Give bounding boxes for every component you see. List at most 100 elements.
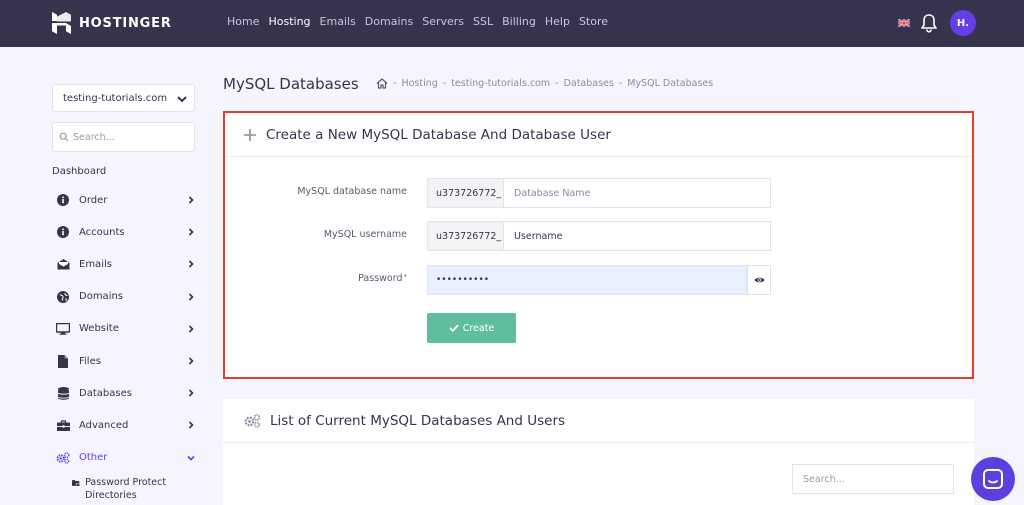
monitor-icon (56, 322, 70, 336)
chat-icon (983, 469, 1003, 489)
db-name-label: MySQL database name (297, 186, 407, 197)
breadcrumb-item-domain[interactable]: testing-tutorials.com (451, 78, 550, 89)
db-name-row: MySQL database name u373726772_ (225, 178, 972, 208)
required-mark: * (403, 273, 408, 281)
sidebar-subitem-password-protect[interactable]: Password Protect Directories (72, 476, 195, 502)
sidebar-item-label: Files (79, 355, 101, 367)
chevron-right-icon (188, 357, 194, 365)
username-row: MySQL username u373726772_ (225, 221, 972, 251)
nav-emails[interactable]: Emails (320, 15, 356, 28)
chevron-right-icon (188, 292, 194, 301)
globe-icon (56, 290, 70, 304)
show-password-button[interactable] (747, 265, 771, 295)
sidebar: testing-tutorials.com Search... Dashboar… (52, 84, 195, 502)
password-input[interactable] (427, 265, 747, 295)
top-navbar: HOSTINGER Home Hosting Emails Domains Se… (0, 0, 1024, 47)
password-label: Password* (358, 273, 407, 284)
chat-button[interactable] (971, 457, 1015, 501)
username-prefix: u373726772_ (427, 221, 503, 251)
user-avatar[interactable]: H. (950, 10, 976, 36)
create-database-header[interactable]: Create a New MySQL Database And Database… (225, 113, 972, 157)
plus-icon (244, 128, 256, 141)
nav-servers[interactable]: Servers (422, 15, 464, 28)
sidebar-item-label: Website (79, 323, 119, 335)
sidebar-item-dashboard[interactable]: Dashboard (52, 162, 195, 182)
chevron-right-icon (188, 260, 194, 268)
breadcrumb-separator: - (555, 78, 559, 89)
gears-icon (56, 451, 70, 465)
gears-icon (244, 413, 261, 428)
breadcrumb-item-mysql: MySQL Databases (627, 78, 714, 89)
chevron-right-icon (188, 325, 194, 333)
chevron-right-icon (188, 196, 194, 204)
nav-hosting[interactable]: Hosting (268, 15, 310, 28)
nav-help[interactable]: Help (545, 15, 570, 28)
sidebar-item-label: Order (79, 194, 108, 206)
sidebar-item-emails[interactable]: Emails (52, 248, 195, 280)
check-icon (449, 324, 459, 332)
brand-name: HOSTINGER (79, 15, 172, 31)
uk-flag-icon[interactable] (898, 19, 910, 27)
sidebar-item-label: Emails (79, 258, 112, 270)
search-icon (59, 132, 69, 142)
top-right-controls: H. (898, 10, 976, 36)
sidebar-search-placeholder: Search... (73, 131, 115, 143)
chevron-right-icon (188, 421, 194, 429)
nav-ssl[interactable]: SSL (473, 15, 493, 28)
sidebar-item-domains[interactable]: Domains (52, 281, 195, 313)
chevron-down-icon (177, 96, 187, 103)
sidebar-item-order[interactable]: Order (52, 184, 195, 216)
chevron-down-icon (187, 455, 195, 461)
db-name-input[interactable] (503, 178, 771, 208)
chevron-right-icon (188, 228, 194, 236)
database-list-title: List of Current MySQL Databases And User… (270, 412, 566, 429)
info-icon (56, 193, 70, 207)
home-icon[interactable] (376, 78, 388, 89)
sidebar-item-other[interactable]: Other (52, 442, 195, 474)
info-icon (56, 225, 70, 239)
sidebar-item-label: Other (79, 452, 108, 464)
sidebar-item-databases[interactable]: Databases (52, 377, 195, 409)
password-label-text: Password (358, 273, 403, 284)
username-input[interactable] (503, 221, 771, 251)
sidebar-item-label: Accounts (79, 226, 125, 238)
sidebar-item-files[interactable]: Files (52, 345, 195, 377)
nav-store[interactable]: Store (579, 15, 608, 28)
site-selector[interactable]: testing-tutorials.com (52, 84, 195, 112)
create-button[interactable]: Create (427, 313, 516, 343)
nav-domains[interactable]: Domains (365, 15, 413, 28)
sidebar-subitem-label: Password Protect Directories (85, 476, 167, 501)
breadcrumb: - Hosting - testing-tutorials.com - Data… (376, 78, 713, 89)
db-name-prefix: u373726772_ (427, 178, 503, 208)
list-search-placeholder: Search... (803, 473, 845, 485)
sidebar-item-label: Domains (79, 291, 124, 303)
database-list-header[interactable]: List of Current MySQL Databases And User… (223, 399, 974, 443)
folder-lock-icon (72, 479, 80, 487)
file-icon (56, 354, 70, 368)
list-search-input[interactable]: Search... (792, 464, 954, 494)
sidebar-item-accounts[interactable]: Accounts (52, 216, 195, 248)
sidebar-search-input[interactable]: Search... (52, 122, 195, 152)
password-row: Password* (225, 265, 972, 295)
sidebar-menu: Order Accounts Emails Domains Website Fi… (52, 184, 195, 502)
main-nav: Home Hosting Emails Domains Servers SSL … (227, 15, 617, 28)
sidebar-item-website[interactable]: Website (52, 313, 195, 345)
create-button-label: Create (462, 322, 495, 334)
breadcrumb-item-databases[interactable]: Databases (564, 78, 614, 89)
eye-icon (754, 277, 764, 283)
create-database-card: Create a New MySQL Database And Database… (223, 111, 974, 379)
brand-logo[interactable]: HOSTINGER (52, 12, 172, 34)
nav-billing[interactable]: Billing (502, 15, 536, 28)
sidebar-item-label: Advanced (79, 419, 129, 431)
envelope-icon (56, 257, 70, 271)
nav-home[interactable]: Home (227, 15, 259, 28)
bell-icon[interactable] (920, 13, 938, 33)
breadcrumb-item-hosting[interactable]: Hosting (401, 78, 437, 89)
create-database-title: Create a New MySQL Database And Database… (266, 126, 611, 143)
hostinger-logo-icon (52, 12, 71, 34)
database-list-card: List of Current MySQL Databases And User… (223, 399, 974, 505)
breadcrumb-separator: - (393, 78, 397, 89)
sidebar-item-advanced[interactable]: Advanced (52, 409, 195, 441)
database-icon (56, 386, 70, 400)
toolbox-icon (56, 418, 70, 432)
